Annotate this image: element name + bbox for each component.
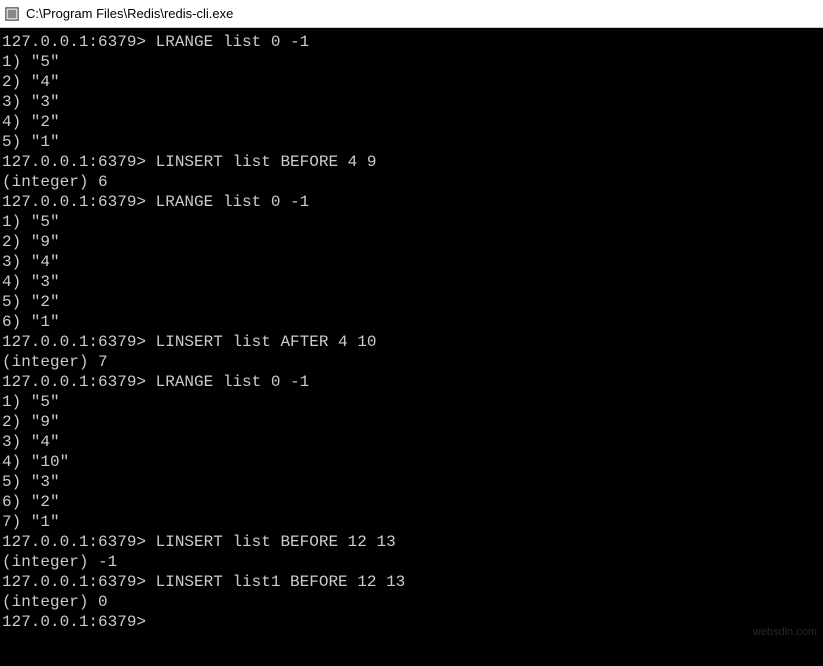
output-text: (integer) 7 — [2, 353, 108, 371]
command-text: LINSERT list BEFORE 12 13 — [156, 533, 396, 551]
terminal-output-line: 2) "9" — [2, 412, 821, 432]
command-text: LINSERT list AFTER 4 10 — [156, 333, 377, 351]
output-text: (integer) -1 — [2, 553, 117, 571]
output-text: 4) "10" — [2, 453, 69, 471]
watermark: websdln.com — [753, 626, 817, 638]
output-text: 1) "5" — [2, 53, 60, 71]
prompt: 127.0.0.1:6379> — [2, 613, 156, 631]
output-text: 2) "9" — [2, 233, 60, 251]
terminal-output-line: (integer) 7 — [2, 352, 821, 372]
command-text: LINSERT list BEFORE 4 9 — [156, 153, 377, 171]
terminal-output-line: 2) "4" — [2, 72, 821, 92]
terminal-output-line: (integer) 6 — [2, 172, 821, 192]
output-text: (integer) 0 — [2, 593, 108, 611]
terminal-output-line: 4) "10" — [2, 452, 821, 472]
output-text: 3) "4" — [2, 433, 60, 451]
terminal-command-line: 127.0.0.1:6379> LRANGE list 0 -1 — [2, 372, 821, 392]
output-text: 2) "4" — [2, 73, 60, 91]
terminal-command-line: 127.0.0.1:6379> — [2, 612, 821, 632]
terminal-command-line: 127.0.0.1:6379> LINSERT list BEFORE 12 1… — [2, 532, 821, 552]
output-text: 5) "1" — [2, 133, 60, 151]
terminal-command-line: 127.0.0.1:6379> LINSERT list1 BEFORE 12 … — [2, 572, 821, 592]
terminal-command-line: 127.0.0.1:6379> LINSERT list AFTER 4 10 — [2, 332, 821, 352]
terminal-output-line: (integer) 0 — [2, 592, 821, 612]
terminal-output-line: 7) "1" — [2, 512, 821, 532]
terminal-output-line: 1) "5" — [2, 392, 821, 412]
output-text: 2) "9" — [2, 413, 60, 431]
output-text: 7) "1" — [2, 513, 60, 531]
command-text: LRANGE list 0 -1 — [156, 33, 310, 51]
command-text: LRANGE list 0 -1 — [156, 193, 310, 211]
terminal-output-line: 4) "3" — [2, 272, 821, 292]
terminal-output-line: 3) "4" — [2, 432, 821, 452]
prompt: 127.0.0.1:6379> — [2, 153, 156, 171]
window-title: C:\Program Files\Redis\redis-cli.exe — [26, 6, 233, 21]
output-text: 3) "3" — [2, 93, 60, 111]
terminal-output-line: 1) "5" — [2, 212, 821, 232]
output-text: 1) "5" — [2, 213, 60, 231]
output-text: 5) "3" — [2, 473, 60, 491]
terminal-output-line: 3) "4" — [2, 252, 821, 272]
output-text: (integer) 6 — [2, 173, 108, 191]
prompt: 127.0.0.1:6379> — [2, 33, 156, 51]
terminal-output-line: (integer) -1 — [2, 552, 821, 572]
terminal-output-line: 6) "2" — [2, 492, 821, 512]
output-text: 6) "1" — [2, 313, 60, 331]
output-text: 3) "4" — [2, 253, 60, 271]
terminal-output-line: 2) "9" — [2, 232, 821, 252]
terminal-command-line: 127.0.0.1:6379> LINSERT list BEFORE 4 9 — [2, 152, 821, 172]
terminal-output[interactable]: 127.0.0.1:6379> LRANGE list 0 -11) "5"2)… — [0, 28, 823, 666]
terminal-output-line: 4) "2" — [2, 112, 821, 132]
command-text: LRANGE list 0 -1 — [156, 373, 310, 391]
terminal-output-line: 3) "3" — [2, 92, 821, 112]
terminal-output-line: 6) "1" — [2, 312, 821, 332]
terminal-output-line: 5) "1" — [2, 132, 821, 152]
output-text: 4) "3" — [2, 273, 60, 291]
output-text: 5) "2" — [2, 293, 60, 311]
terminal-output-line: 5) "3" — [2, 472, 821, 492]
output-text: 6) "2" — [2, 493, 60, 511]
output-text: 1) "5" — [2, 393, 60, 411]
command-text: LINSERT list1 BEFORE 12 13 — [156, 573, 406, 591]
prompt: 127.0.0.1:6379> — [2, 193, 156, 211]
prompt: 127.0.0.1:6379> — [2, 573, 156, 591]
terminal-command-line: 127.0.0.1:6379> LRANGE list 0 -1 — [2, 32, 821, 52]
output-text: 4) "2" — [2, 113, 60, 131]
prompt: 127.0.0.1:6379> — [2, 333, 156, 351]
terminal-output-line: 5) "2" — [2, 292, 821, 312]
terminal-command-line: 127.0.0.1:6379> LRANGE list 0 -1 — [2, 192, 821, 212]
prompt: 127.0.0.1:6379> — [2, 373, 156, 391]
window-titlebar[interactable]: C:\Program Files\Redis\redis-cli.exe — [0, 0, 823, 28]
prompt: 127.0.0.1:6379> — [2, 533, 156, 551]
app-icon — [4, 6, 20, 22]
terminal-output-line: 1) "5" — [2, 52, 821, 72]
